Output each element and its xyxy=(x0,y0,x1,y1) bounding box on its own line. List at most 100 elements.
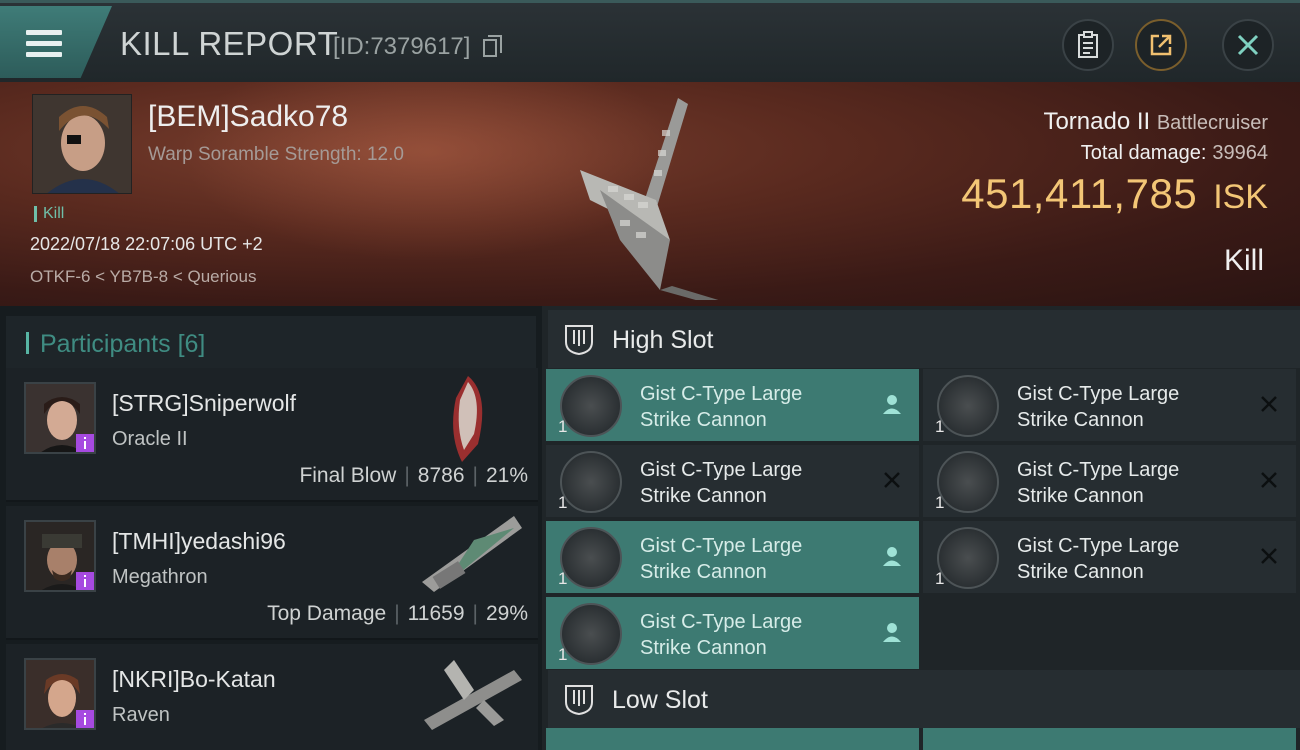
participant-damage: 11659 xyxy=(407,602,465,625)
module-quantity: 1 xyxy=(558,417,568,436)
kill-location[interactable]: OTKF-6 < YB7B-8 < Querious xyxy=(30,267,256,287)
menu-icon xyxy=(26,30,62,63)
low-slot-label: Low Slot xyxy=(612,686,708,714)
victim-ship-image xyxy=(580,98,719,300)
participant-damage: 8786 xyxy=(417,464,465,487)
module-item[interactable]: 1 Gist C-Type Large Strike Cannon xyxy=(923,521,1296,593)
module-name: Gist C-Type Large Strike Cannon xyxy=(1017,459,1180,507)
destroyed-icon xyxy=(884,472,900,488)
module-quantity: 1 xyxy=(558,645,568,664)
isk-value: 451,411,785 xyxy=(961,170,1198,217)
participant-stats: Top Damage | 11659 | 29% xyxy=(267,602,528,625)
participant-name[interactable]: [TMHI]yedashi96 xyxy=(112,528,286,555)
victim-ship-name: Tornado II xyxy=(1043,108,1151,135)
pilot-icon xyxy=(883,623,901,642)
participant-card[interactable]: [TMHI]yedashi96 Megathron Top Damage | 116… xyxy=(6,506,538,640)
pilot-icon xyxy=(883,395,901,414)
share-icon xyxy=(1150,34,1172,56)
role-badge-icon xyxy=(76,572,94,590)
role-badge-icon xyxy=(76,434,94,452)
copy-icon[interactable] xyxy=(483,35,502,57)
isk-unit: ISK xyxy=(1213,178,1268,216)
module-quantity: 1 xyxy=(935,417,945,436)
victim-ship-class: Battlecruiser xyxy=(1156,112,1268,134)
module-quantity: 1 xyxy=(935,569,945,588)
participants-panel[interactable]: Participants [6] [STRG]Sniperwolf Oracle… xyxy=(0,306,542,750)
module-item[interactable]: 1 Gist C-Type Large Strike Cannon xyxy=(923,445,1296,517)
participant-ship-image xyxy=(424,660,522,730)
cannon-icon xyxy=(937,451,999,513)
victim-portrait[interactable] xyxy=(32,94,132,194)
menu-button[interactable] xyxy=(0,6,112,78)
kill-summary-banner: [BEM]Sadko78 Warp Soramble Strength: 12.… xyxy=(0,82,1300,306)
destroyed-icon xyxy=(1261,396,1277,412)
module-name: Gist C-Type Large Strike Cannon xyxy=(640,459,803,507)
module-quantity: 1 xyxy=(558,493,568,512)
cannon-icon xyxy=(937,375,999,437)
victim-portrait-image xyxy=(33,95,131,193)
total-damage-value: 39964 xyxy=(1212,142,1268,164)
participant-card[interactable]: [STRG]Sniperwolf Oracle II Final Blow | 87… xyxy=(6,368,538,502)
cannon-icon xyxy=(937,527,999,589)
module-quantity: 1 xyxy=(558,569,568,588)
total-damage: Total damage: 39964 xyxy=(980,142,1268,165)
module-item[interactable]: 1 Gist C-Type Large Strike Cannon xyxy=(546,521,919,593)
participant-ship: Raven xyxy=(112,704,170,726)
module-name: Gist C-Type Large Strike Cannon xyxy=(640,535,803,583)
participant-ship-image xyxy=(453,376,483,462)
participant-avatar[interactable] xyxy=(24,382,96,454)
module-name: Gist C-Type Large Strike Cannon xyxy=(1017,383,1180,431)
low-slot-header: Low Slot xyxy=(548,670,1300,728)
participant-role: Final Blow xyxy=(299,464,397,487)
module-item[interactable] xyxy=(546,728,919,750)
participant-avatar[interactable] xyxy=(24,658,96,730)
participant-name[interactable]: [NKRI]Bo-Katan xyxy=(112,666,276,693)
destroyed-icon xyxy=(1261,472,1277,488)
clipboard-icon xyxy=(1078,31,1098,58)
participant-ship-image xyxy=(422,516,522,592)
clipboard-button[interactable] xyxy=(1062,19,1114,71)
victim-name[interactable]: [BEM]Sadko78 xyxy=(148,100,348,134)
total-damage-label: Total damage: xyxy=(1080,142,1207,164)
module-quantity: 1 xyxy=(935,493,945,512)
module-name: Gist C-Type Large Strike Cannon xyxy=(640,383,803,431)
destroyed-icon xyxy=(1261,548,1277,564)
participant-card[interactable]: [NKRI]Bo-Katan Raven xyxy=(6,644,538,750)
participant-name[interactable]: [STRG]Sniperwolf xyxy=(112,390,296,417)
participant-role: Top Damage xyxy=(267,602,387,625)
participant-avatar[interactable] xyxy=(24,520,96,592)
high-slot-header: High Slot xyxy=(548,310,1300,368)
warp-scramble-strength: Warp Soramble Strength: 12.0 xyxy=(148,144,404,165)
report-type: Kill xyxy=(1223,244,1264,277)
high-slot-label: High Slot xyxy=(612,326,714,354)
share-button[interactable] xyxy=(1135,19,1187,71)
cannon-icon xyxy=(560,451,622,513)
module-name: Gist C-Type Large Strike Cannon xyxy=(1017,535,1180,583)
close-button[interactable] xyxy=(1222,19,1274,71)
kill-tag: Kill xyxy=(34,206,64,222)
cannon-icon xyxy=(560,375,622,437)
participant-percent: 29% xyxy=(485,602,528,625)
fitting-panel[interactable]: High Slot 1 Gist C-Type Large Strike Cann… xyxy=(542,306,1300,750)
participant-stats: Final Blow | 8786 | 21% xyxy=(299,464,528,487)
module-name: Gist C-Type Large Strike Cannon xyxy=(640,611,803,659)
role-badge-icon xyxy=(76,710,94,728)
cannon-icon xyxy=(560,527,622,589)
victim-ship[interactable]: Tornado II Battlecruiser xyxy=(1018,108,1268,136)
participant-ship: Megathron xyxy=(112,566,208,588)
module-item[interactable]: 1 Gist C-Type Large Strike Cannon xyxy=(546,597,919,669)
pilot-icon xyxy=(883,547,901,566)
participants-count: [6] xyxy=(177,330,206,358)
kill-datetime: 2022/07/18 22:07:06 UTC +2 xyxy=(30,234,263,254)
module-item[interactable] xyxy=(923,728,1296,750)
high-slot-icon xyxy=(565,325,593,356)
top-bar: KILL REPORT [ID:7379617] xyxy=(0,0,1300,82)
module-item[interactable]: 1 Gist C-Type Large Strike Cannon xyxy=(546,445,919,517)
participants-label: Participants xyxy=(40,330,171,358)
isk-loss: 451,411,785 ISK xyxy=(900,170,1268,218)
low-slot-icon xyxy=(565,685,593,716)
module-item[interactable]: 1 Gist C-Type Large Strike Cannon xyxy=(546,369,919,441)
page-title: KILL REPORT xyxy=(120,25,339,62)
module-item[interactable]: 1 Gist C-Type Large Strike Cannon xyxy=(923,369,1296,441)
participant-ship: Oracle II xyxy=(112,428,188,450)
